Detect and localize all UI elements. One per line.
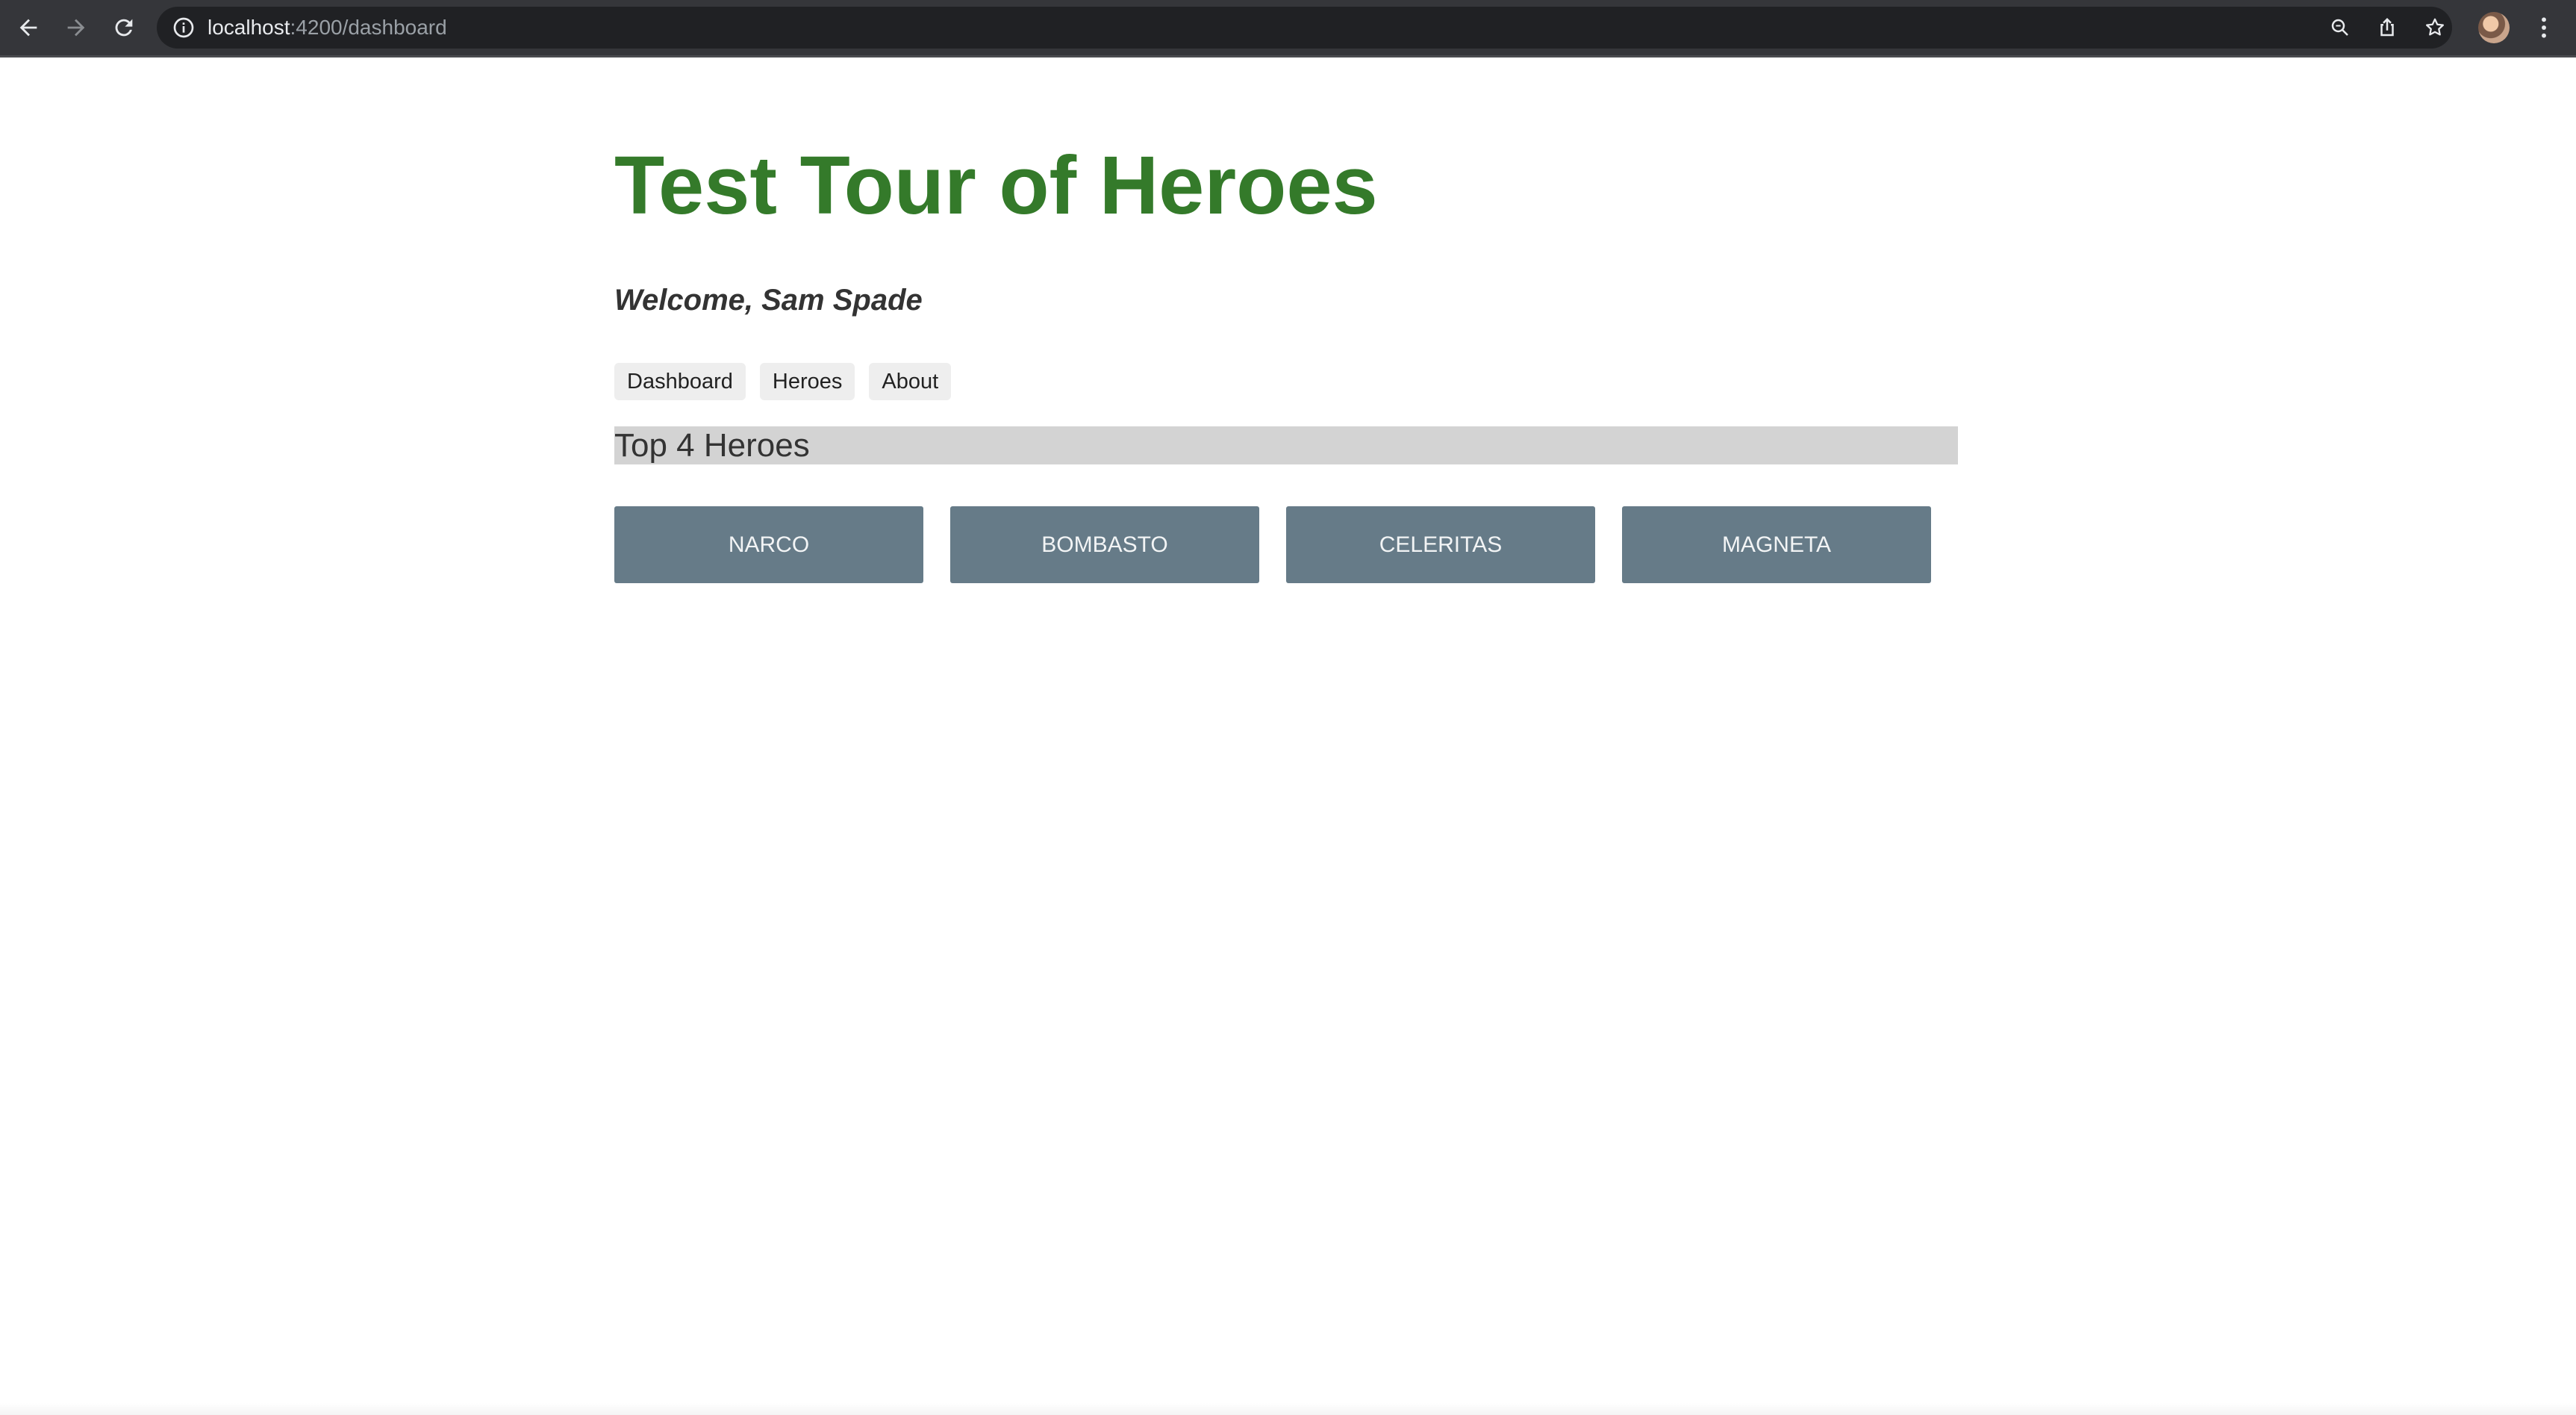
- address-bar[interactable]: localhost:4200/dashboard: [157, 7, 2452, 49]
- nav-heroes[interactable]: Heroes: [759, 363, 855, 400]
- profile-avatar[interactable]: [2478, 12, 2510, 43]
- welcome-message: Welcome, Sam Spade: [614, 284, 923, 317]
- hero-card-narco[interactable]: NARCO: [614, 506, 923, 583]
- browser-menu-button[interactable]: [2529, 10, 2559, 45]
- url-path: :4200/dashboard: [290, 16, 447, 39]
- forward-icon: [67, 19, 85, 37]
- bookmark-star-icon: [2426, 18, 2444, 36]
- share-icon: [2380, 17, 2394, 37]
- page-bottom-edge: [0, 1403, 2576, 1415]
- reload-icon: [115, 19, 133, 37]
- top-heroes-heading: Top 4 Heroes: [614, 426, 1958, 464]
- main-nav: Dashboard Heroes About: [614, 363, 952, 400]
- hero-grid: NARCO BOMBASTO CELERITAS MAGNETA: [614, 506, 1931, 583]
- share-button[interactable]: [2372, 14, 2402, 41]
- nav-dashboard[interactable]: Dashboard: [614, 363, 746, 400]
- bookmark-button[interactable]: [2420, 14, 2450, 41]
- hero-card-bombasto[interactable]: BOMBASTO: [950, 506, 1259, 583]
- url-host: localhost: [208, 16, 290, 39]
- hero-card-celeritas[interactable]: CELERITAS: [1286, 506, 1595, 583]
- kebab-menu-icon: [2542, 17, 2546, 38]
- back-icon: [19, 19, 37, 37]
- browser-toolbar: localhost:4200/dashboard: [0, 0, 2576, 55]
- zoom-button[interactable]: [2325, 14, 2355, 41]
- app-title: Test Tour of Heroes: [614, 140, 1378, 231]
- nav-about[interactable]: About: [869, 363, 952, 400]
- zoom-icon: [2331, 19, 2348, 36]
- back-button[interactable]: [9, 9, 48, 46]
- url-text[interactable]: localhost:4200/dashboard: [208, 7, 447, 49]
- info-icon[interactable]: [172, 16, 196, 40]
- reload-button[interactable]: [105, 9, 143, 46]
- forward-button[interactable]: [57, 9, 96, 46]
- hero-card-magneta[interactable]: MAGNETA: [1622, 506, 1931, 583]
